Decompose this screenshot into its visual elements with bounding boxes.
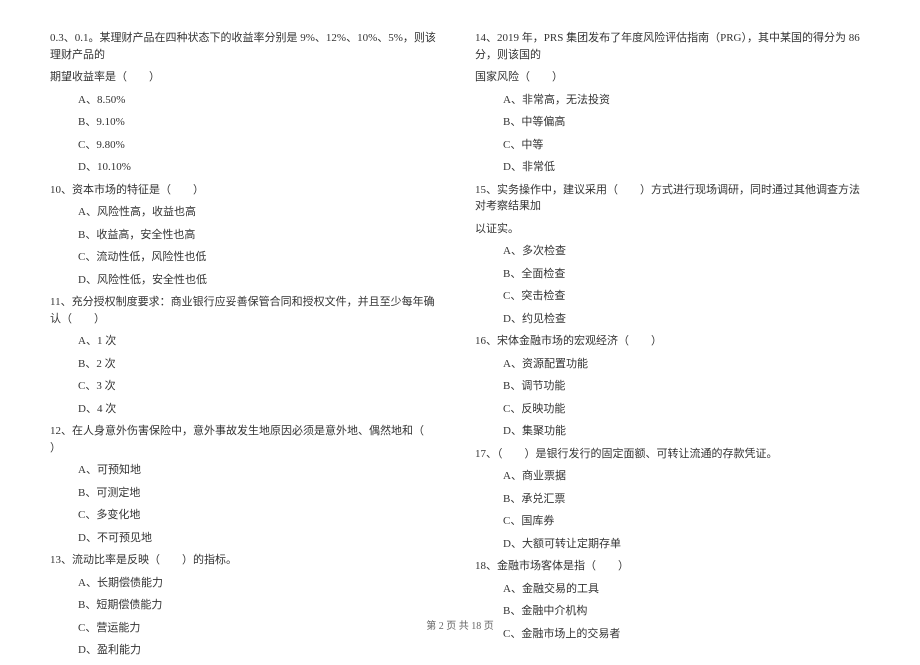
q12-stem: 12、在人身意外伤害保险中，意外事故发生地原因必须是意外地、偶然地和（ ）: [50, 423, 445, 456]
q9-stem-line2: 期望收益率是（ ）: [50, 69, 445, 86]
q15-option-b: B、全面检查: [475, 266, 870, 283]
q15-stem-line1: 15、实务操作中，建议采用（ ）方式进行现场调研，同时通过其他调查方法对考察结果…: [475, 182, 870, 215]
q14-option-b: B、中等偏高: [475, 114, 870, 131]
q17-option-b: B、承兑汇票: [475, 491, 870, 508]
q17-option-a: A、商业票据: [475, 468, 870, 485]
q15-option-d: D、约见检查: [475, 311, 870, 328]
q9-option-c: C、9.80%: [50, 137, 445, 154]
q12-option-b: B、可测定地: [50, 485, 445, 502]
q14-option-a: A、非常高，无法投资: [475, 92, 870, 109]
q10-option-a: A、风险性高，收益也高: [50, 204, 445, 221]
q11-stem: 11、充分授权制度要求：商业银行应妥善保管合同和授权文件，并且至少每年确认（ ）: [50, 294, 445, 327]
q10-option-c: C、流动性低，风险性也低: [50, 249, 445, 266]
q18-stem: 18、金融市场客体是指（ ）: [475, 558, 870, 575]
q15-stem-line2: 以证实。: [475, 221, 870, 238]
q16-option-c: C、反映功能: [475, 401, 870, 418]
q11-option-b: B、2 次: [50, 356, 445, 373]
q11-option-c: C、3 次: [50, 378, 445, 395]
q11-option-a: A、1 次: [50, 333, 445, 350]
q9-option-d: D、10.10%: [50, 159, 445, 176]
q13-option-b: B、短期偿债能力: [50, 597, 445, 614]
q12-option-a: A、可预知地: [50, 462, 445, 479]
q18-option-a: A、金融交易的工具: [475, 581, 870, 598]
q13-option-d: D、盈利能力: [50, 642, 445, 659]
q16-option-a: A、资源配置功能: [475, 356, 870, 373]
q9-option-b: B、9.10%: [50, 114, 445, 131]
page-footer: 第 2 页 共 18 页: [0, 617, 920, 632]
q12-option-d: D、不可预见地: [50, 530, 445, 547]
q14-option-d: D、非常低: [475, 159, 870, 176]
q17-option-c: C、国库券: [475, 513, 870, 530]
q13-stem: 13、流动比率是反映（ ）的指标。: [50, 552, 445, 569]
q15-option-a: A、多次检查: [475, 243, 870, 260]
q10-option-b: B、收益高，安全性也高: [50, 227, 445, 244]
q10-option-d: D、风险性低，安全性也低: [50, 272, 445, 289]
q14-stem-line2: 国家风险（ ）: [475, 69, 870, 86]
q14-option-c: C、中等: [475, 137, 870, 154]
q15-option-c: C、突击检查: [475, 288, 870, 305]
q9-stem-line1: 0.3、0.1。某理财产品在四种状态下的收益率分别是 9%、12%、10%、5%…: [50, 30, 445, 63]
right-column: 14、2019 年，PRS 集团发布了年度风险评估指南（PRG），其中某国的得分…: [475, 30, 870, 665]
q16-stem: 16、宋体金融市场的宏观经济（ ）: [475, 333, 870, 350]
q17-option-d: D、大额可转让定期存单: [475, 536, 870, 553]
left-column: 0.3、0.1。某理财产品在四种状态下的收益率分别是 9%、12%、10%、5%…: [50, 30, 445, 665]
q14-stem-line1: 14、2019 年，PRS 集团发布了年度风险评估指南（PRG），其中某国的得分…: [475, 30, 870, 63]
q16-option-b: B、调节功能: [475, 378, 870, 395]
q17-stem: 17、（ ）是银行发行的固定面额、可转让流通的存款凭证。: [475, 446, 870, 463]
q10-stem: 10、资本市场的特征是（ ）: [50, 182, 445, 199]
q11-option-d: D、4 次: [50, 401, 445, 418]
q9-option-a: A、8.50%: [50, 92, 445, 109]
page-columns: 0.3、0.1。某理财产品在四种状态下的收益率分别是 9%、12%、10%、5%…: [50, 30, 870, 665]
q16-option-d: D、集聚功能: [475, 423, 870, 440]
q12-option-c: C、多变化地: [50, 507, 445, 524]
q13-option-a: A、长期偿债能力: [50, 575, 445, 592]
